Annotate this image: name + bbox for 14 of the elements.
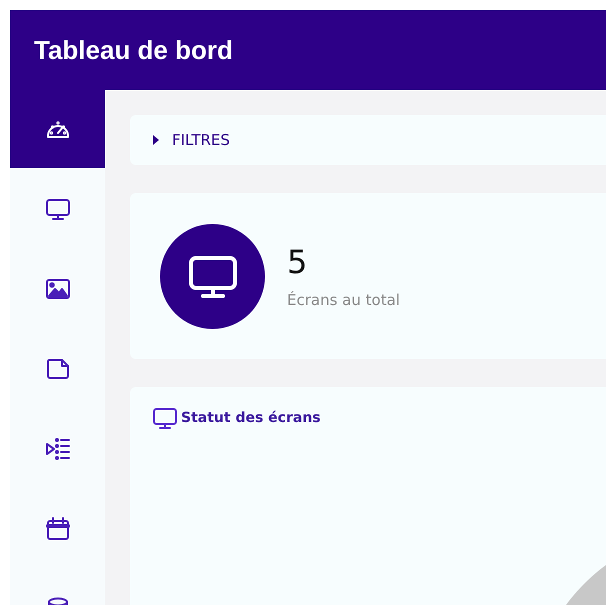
- file-icon: [44, 356, 70, 382]
- pie-chart-drawing: [566, 565, 606, 605]
- caret-icon: [152, 135, 160, 145]
- stat-label: Écrans au total: [287, 291, 400, 309]
- panel-title: Statut des écrans: [181, 410, 321, 426]
- monitor-icon: [44, 196, 70, 222]
- filters-toggle[interactable]: FILTRES: [130, 115, 606, 165]
- playlist-icon: [44, 436, 70, 462]
- sidebar-item[interactable]: [10, 90, 105, 168]
- page-title: Tableau de bord: [34, 34, 233, 66]
- calendar-icon: [44, 516, 70, 542]
- stat-value: 5: [287, 243, 308, 281]
- image-icon: [44, 276, 70, 302]
- monitor-icon: [152, 405, 178, 431]
